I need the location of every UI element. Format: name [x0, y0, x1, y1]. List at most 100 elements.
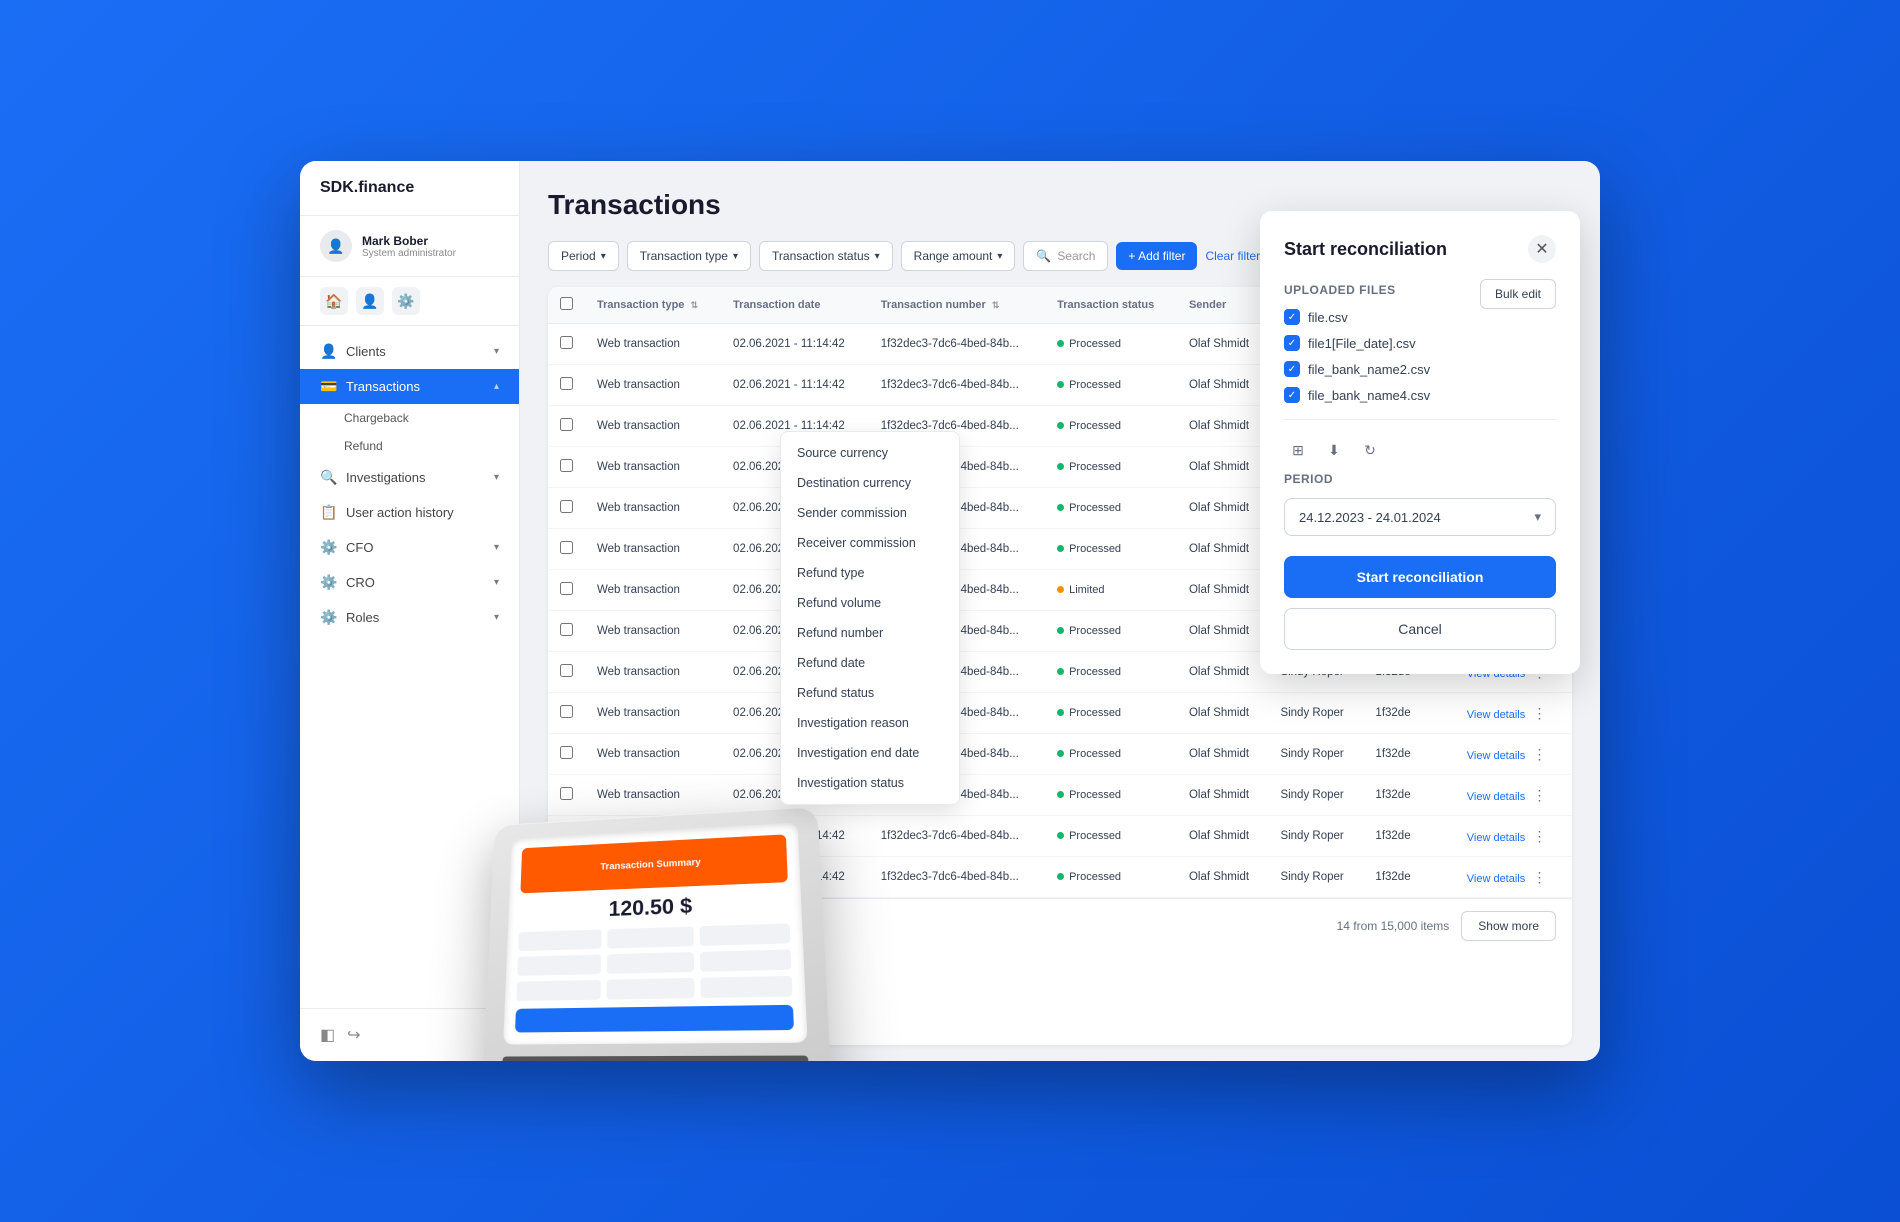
sidebar-item-label-history: User action history: [346, 505, 499, 520]
add-filter-button[interactable]: + Add filter: [1116, 242, 1197, 270]
select-all-checkbox[interactable]: [560, 297, 573, 310]
view-details-button-13[interactable]: View details: [1467, 873, 1526, 885]
refresh-icon[interactable]: ↻: [1356, 436, 1384, 464]
close-panel-button[interactable]: ✕: [1528, 235, 1556, 263]
sidebar-item-investigations[interactable]: 🔍 Investigations ▾: [300, 460, 519, 495]
dropdown-item-1[interactable]: Destination currency: [781, 468, 959, 498]
home-icon[interactable]: 🏠: [320, 287, 348, 315]
dropdown-item-9[interactable]: Investigation reason: [781, 708, 959, 738]
sidebar-item-roles[interactable]: ⚙️ Roles ▾: [300, 600, 519, 635]
dropdown-item-4[interactable]: Refund type: [781, 558, 959, 588]
row-checkbox-3[interactable]: [560, 459, 573, 472]
avatar: 👤: [320, 230, 352, 262]
page-4-button[interactable]: 4: [692, 913, 718, 939]
row-checkbox-1[interactable]: [560, 377, 573, 390]
grid-view-icon[interactable]: ⊞: [1284, 436, 1312, 464]
dropdown-item-5[interactable]: Refund volume: [781, 588, 959, 618]
page-3-button[interactable]: 3: [660, 913, 686, 939]
next-page-button[interactable]: ›: [724, 913, 750, 939]
range-amount-filter[interactable]: Range amount ▾: [901, 241, 1016, 271]
dropdown-item-11[interactable]: Investigation status: [781, 768, 959, 798]
file-name-2: file_bank_name2.csv: [1308, 362, 1430, 377]
row-checkbox-12[interactable]: [560, 828, 573, 841]
transaction-type-filter[interactable]: Transaction type ▾: [627, 241, 751, 271]
sidebar-item-chargeback[interactable]: Chargeback: [300, 404, 519, 432]
row-checkbox-8[interactable]: [560, 664, 573, 677]
more-actions-button-11[interactable]: ⋮: [1528, 784, 1550, 806]
status-dot-4: [1057, 504, 1064, 511]
row-checkbox-6[interactable]: [560, 582, 573, 595]
settings-icon[interactable]: ⚙️: [392, 287, 420, 315]
cell-status-2: Processed: [1045, 406, 1177, 447]
cell-status-0: Processed: [1045, 324, 1177, 365]
start-reconciliation-button[interactable]: Start reconciliation: [1284, 556, 1556, 598]
status-text-12: Processed: [1069, 830, 1121, 842]
dropdown-item-8[interactable]: Refund status: [781, 678, 959, 708]
dropdown-item-7[interactable]: Refund date: [781, 648, 959, 678]
table-footer: ‹ 1 2 3 4 › 14 from 15,000 items Show mo…: [548, 898, 1572, 953]
row-checkbox-13[interactable]: [560, 869, 573, 882]
view-details-button-9[interactable]: View details: [1467, 709, 1526, 721]
cell-sender-0: Olaf Shmidt: [1177, 324, 1268, 365]
bulk-edit-button[interactable]: Bulk edit: [1480, 279, 1556, 309]
file-checkbox-0[interactable]: ✓: [1284, 309, 1300, 325]
cancel-button[interactable]: Cancel: [1284, 608, 1556, 650]
file-checkbox-3[interactable]: ✓: [1284, 387, 1300, 403]
sidebar-item-user-action-history[interactable]: 📋 User action history: [300, 495, 519, 530]
row-checkbox-9[interactable]: [560, 705, 573, 718]
page-2-button[interactable]: 2: [628, 913, 654, 939]
sidebar-item-clients[interactable]: 👤 Clients ▾: [300, 334, 519, 369]
sidebar-item-cro[interactable]: ⚙️ CRO ▾: [300, 565, 519, 600]
sidebar-item-refund[interactable]: Refund: [300, 432, 519, 460]
row-checkbox-7[interactable]: [560, 623, 573, 636]
view-details-button-12[interactable]: View details: [1467, 832, 1526, 844]
dropdown-item-10[interactable]: Investigation end date: [781, 738, 959, 768]
transaction-status-filter[interactable]: Transaction status ▾: [759, 241, 893, 271]
logout-icon[interactable]: ↪: [347, 1025, 360, 1045]
view-details-button-11[interactable]: View details: [1467, 791, 1526, 803]
view-details-button-10[interactable]: View details: [1467, 750, 1526, 762]
clear-filters-button[interactable]: Clear filters: [1205, 249, 1266, 263]
status-chevron-icon: ▾: [875, 251, 880, 262]
dropdown-item-2[interactable]: Sender commission: [781, 498, 959, 528]
file-checkbox-1[interactable]: ✓: [1284, 335, 1300, 351]
more-actions-button-10[interactable]: ⋮: [1528, 743, 1550, 765]
more-actions-button-12[interactable]: ⋮: [1528, 825, 1550, 847]
row-checkbox-4[interactable]: [560, 500, 573, 513]
status-text-1: Processed: [1069, 379, 1121, 391]
row-checkbox-10[interactable]: [560, 746, 573, 759]
file-name-3: file_bank_name4.csv: [1308, 388, 1430, 403]
search-label: Search: [1057, 249, 1095, 263]
row-checkbox-2[interactable]: [560, 418, 573, 431]
row-checkbox-5[interactable]: [560, 541, 573, 554]
cell-type-8: Web transaction: [585, 652, 721, 693]
dropdown-item-6[interactable]: Refund number: [781, 618, 959, 648]
sidebar-item-label-transactions: Transactions: [346, 379, 486, 394]
cell-receiver-10: Sindy Roper: [1268, 734, 1363, 775]
more-actions-button-13[interactable]: ⋮: [1528, 866, 1550, 888]
prev-page-button[interactable]: ‹: [564, 913, 590, 939]
sidebar-item-cfo[interactable]: ⚙️ CFO ▾: [300, 530, 519, 565]
dropdown-item-0[interactable]: Source currency: [781, 438, 959, 468]
period-filter[interactable]: Period ▾: [548, 241, 619, 271]
period-selector[interactable]: 24.12.2023 - 24.01.2024 ▾: [1284, 498, 1556, 536]
status-text-11: Processed: [1069, 789, 1121, 801]
download-icon[interactable]: ⬇: [1320, 436, 1348, 464]
status-dot-5: [1057, 545, 1064, 552]
search-box[interactable]: 🔍 Search: [1023, 241, 1108, 271]
row-checkbox-0[interactable]: [560, 336, 573, 349]
user-icon[interactable]: 👤: [356, 287, 384, 315]
user-role: System administrator: [362, 248, 456, 259]
file-item-3: ✓ file_bank_name4.csv: [1284, 387, 1556, 403]
row-checkbox-11[interactable]: [560, 787, 573, 800]
cell-receiver-id-9: 1f32de: [1363, 693, 1454, 734]
collapse-icon[interactable]: ◧: [320, 1025, 335, 1045]
files-list: ✓ file.csv ✓ file1[File_date].csv ✓ file…: [1284, 309, 1556, 403]
page-1-button[interactable]: 1: [596, 913, 622, 939]
dropdown-item-3[interactable]: Receiver commission: [781, 528, 959, 558]
show-more-button[interactable]: Show more: [1461, 911, 1556, 941]
transaction-status-label: Transaction status: [772, 249, 870, 263]
more-actions-button-9[interactable]: ⋮: [1528, 702, 1550, 724]
sidebar-item-transactions[interactable]: 💳 Transactions ▴: [300, 369, 519, 404]
file-checkbox-2[interactable]: ✓: [1284, 361, 1300, 377]
